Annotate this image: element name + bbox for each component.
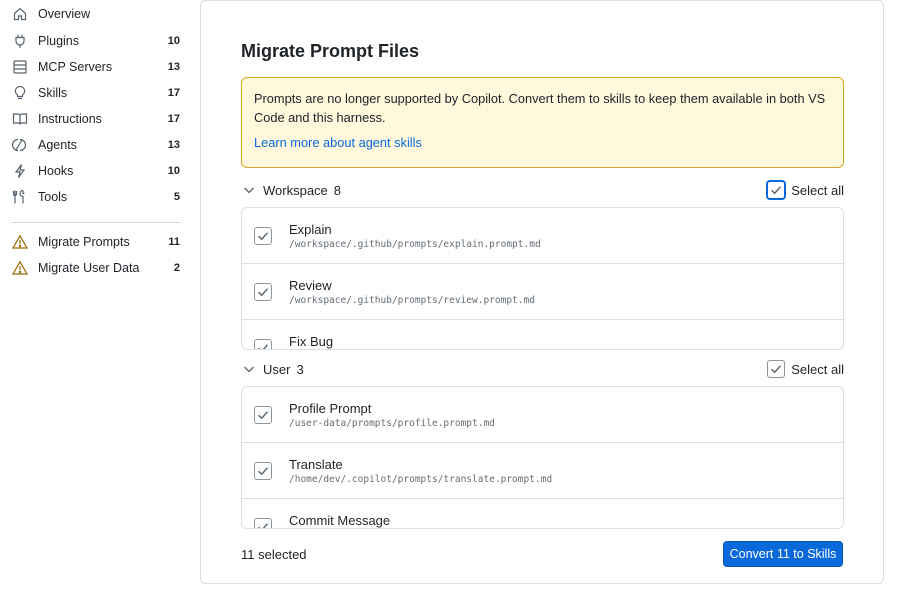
check-icon xyxy=(258,523,269,528)
sidebar-item-count: 2 xyxy=(173,262,180,274)
sidebar-item-label: Instructions xyxy=(38,112,102,126)
check-icon xyxy=(771,186,782,195)
tools-icon xyxy=(12,189,28,205)
item-name: Explain xyxy=(289,222,332,237)
item-path: /user-data/prompts/profile.prompt.md xyxy=(289,418,495,429)
sidebar-item-count: 10 xyxy=(167,35,180,47)
check-icon xyxy=(258,232,269,241)
sidebar-item-instructions[interactable]: Instructions 17 xyxy=(0,106,192,132)
select-all-checkbox[interactable] xyxy=(767,181,786,199)
check-icon xyxy=(258,411,269,420)
chevron-down-icon[interactable] xyxy=(241,182,257,198)
group-name: Workspace xyxy=(263,183,328,198)
item-checkbox[interactable] xyxy=(254,406,272,424)
sidebar-item-count: 5 xyxy=(173,191,180,203)
list-item[interactable]: Translate /home/dev/.copilot/prompts/tra… xyxy=(242,443,843,499)
workspace-prompt-list: Explain /workspace/.github/prompts/expla… xyxy=(241,207,844,350)
sidebar-item-label: Overview xyxy=(38,7,91,21)
chevron-down-icon[interactable] xyxy=(241,361,257,377)
item-checkbox[interactable] xyxy=(254,283,272,301)
item-checkbox[interactable] xyxy=(254,518,272,528)
item-path: /home/dev/.copilot/prompts/translate.pro… xyxy=(289,474,553,485)
sidebar-item-label: Migrate User Data xyxy=(38,261,140,275)
home-icon xyxy=(12,6,28,22)
sidebar-item-plugins[interactable]: Plugins 10 xyxy=(0,28,192,54)
check-icon xyxy=(258,467,269,476)
sidebar-item-count: 13 xyxy=(167,139,180,151)
sidebar-item-label: Plugins xyxy=(38,34,79,48)
book-icon xyxy=(12,111,28,127)
sidebar-item-label: Skills xyxy=(38,86,68,100)
group-count: 3 xyxy=(296,362,304,377)
check-icon xyxy=(771,365,782,374)
item-path: /workspace/.github/prompts/explain.promp… xyxy=(289,239,541,250)
agent-icon xyxy=(12,137,28,153)
sidebar-item-migrate-user-data[interactable]: Migrate User Data 2 xyxy=(0,255,192,281)
list-item[interactable]: Fix Bug xyxy=(242,320,843,349)
group-count: 8 xyxy=(333,183,342,198)
list-item[interactable]: Explain /workspace/.github/prompts/expla… xyxy=(242,208,843,264)
list-item[interactable]: Commit Message xyxy=(242,499,843,528)
group-header-user: User 3 Select all xyxy=(241,358,844,380)
sidebar-item-count: 10 xyxy=(167,165,180,177)
sidebar-item-label: Hooks xyxy=(38,164,74,178)
sidebar-item-count: 17 xyxy=(167,113,180,125)
select-all-user[interactable]: Select all xyxy=(767,358,844,380)
selected-count: 11 selected xyxy=(241,547,307,562)
sidebar-item-label: Migrate Prompts xyxy=(38,235,130,249)
sidebar-item-agents[interactable]: Agents 13 xyxy=(0,132,192,158)
item-name: Fix Bug xyxy=(289,334,334,349)
sidebar-item-label: Agents xyxy=(38,138,77,152)
sidebar-item-count: 11 xyxy=(168,236,180,248)
select-all-label: Select all xyxy=(791,182,844,198)
select-all-checkbox[interactable] xyxy=(767,360,786,378)
page-title: Migrate Prompt Files xyxy=(241,41,420,61)
warning-icon xyxy=(12,234,28,250)
bolt-icon xyxy=(12,163,28,179)
sidebar-item-label: MCP Servers xyxy=(38,60,113,74)
sidebar-item-hooks[interactable]: Hooks 10 xyxy=(0,158,192,184)
sidebar-item-mcp-servers[interactable]: MCP Servers 13 xyxy=(0,54,192,80)
item-name: Translate xyxy=(289,457,343,472)
sidebar-item-count: 13 xyxy=(167,61,180,73)
lightbulb-icon xyxy=(12,85,28,101)
sidebar-item-skills[interactable]: Skills 17 xyxy=(0,80,192,106)
item-name: Profile Prompt xyxy=(289,401,372,416)
sidebar-item-migrate-prompts[interactable]: Migrate Prompts 11 xyxy=(0,229,192,255)
item-name: Commit Message xyxy=(289,513,391,528)
list-item[interactable]: Profile Prompt /user-data/prompts/profil… xyxy=(242,387,843,443)
item-path: /workspace/.github/prompts/review.prompt… xyxy=(289,295,535,306)
group-header-workspace: Workspace 8 Select all xyxy=(241,179,844,201)
sidebar: Overview Plugins 10 MCP Servers 13 Skill… xyxy=(0,0,192,600)
server-icon xyxy=(12,59,28,75)
select-all-workspace[interactable]: Select all xyxy=(767,179,844,201)
item-checkbox[interactable] xyxy=(254,339,272,349)
sidebar-item-tools[interactable]: Tools 5 xyxy=(0,184,192,210)
convert-to-skills-button[interactable]: Convert 11 to Skills xyxy=(723,541,843,567)
item-checkbox[interactable] xyxy=(254,227,272,245)
sidebar-divider xyxy=(11,222,181,223)
sidebar-item-overview[interactable]: Overview xyxy=(0,1,192,27)
group-name: User xyxy=(263,362,291,377)
deprecation-notice: Prompts are no longer supported by Copil… xyxy=(241,77,844,168)
warning-icon xyxy=(12,260,28,276)
learn-more-link[interactable]: Learn more about agent skills xyxy=(254,135,422,150)
sidebar-item-count: 17 xyxy=(167,87,180,99)
check-icon xyxy=(258,344,269,349)
list-item[interactable]: Review /workspace/.github/prompts/review… xyxy=(242,264,843,320)
plug-icon xyxy=(12,33,28,49)
sidebar-item-label: Tools xyxy=(38,190,68,204)
migrate-prompts-panel: Migrate Prompt Files Prompts are no long… xyxy=(200,0,884,584)
item-checkbox[interactable] xyxy=(254,462,272,480)
user-prompt-list: Profile Prompt /user-data/prompts/profil… xyxy=(241,386,844,529)
notice-text: Prompts are no longer supported by Copil… xyxy=(254,91,826,125)
item-name: Review xyxy=(289,278,332,293)
check-icon xyxy=(258,288,269,297)
select-all-label: Select all xyxy=(791,361,844,377)
